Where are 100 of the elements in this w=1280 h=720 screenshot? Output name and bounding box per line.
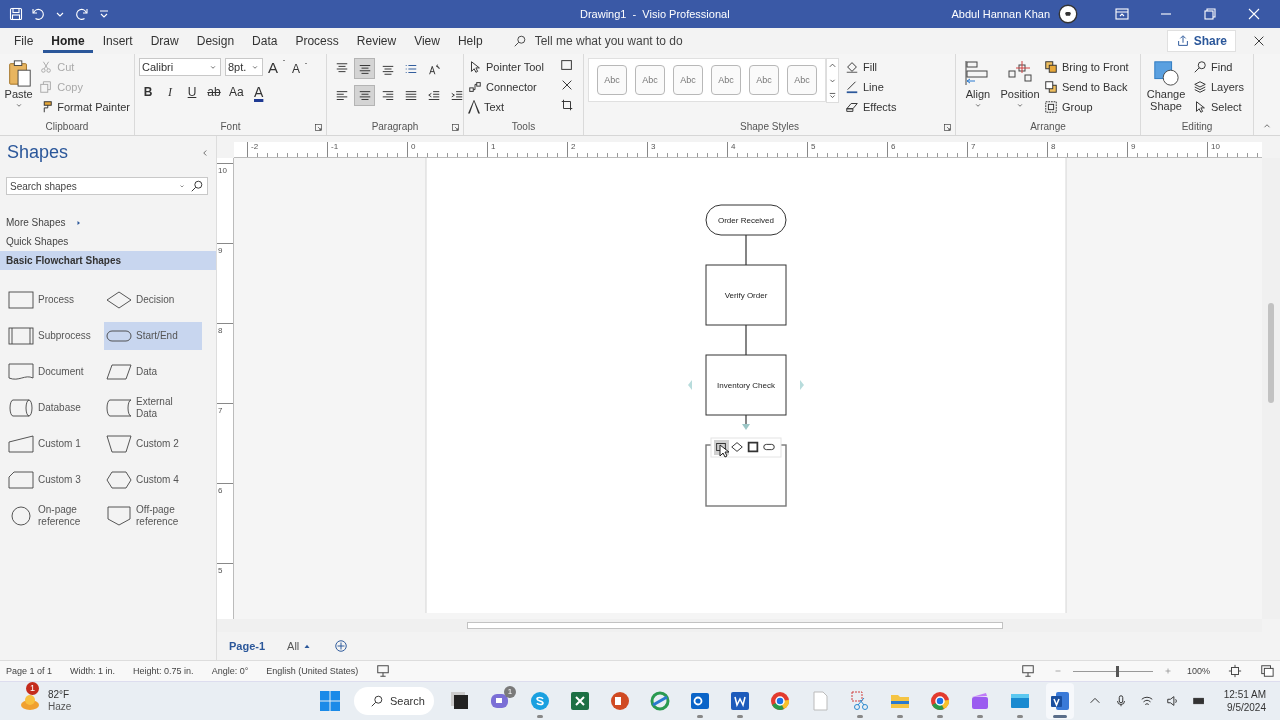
pointer-tool-button[interactable]: Pointer Tool (468, 58, 544, 75)
all-pages-button[interactable]: All (287, 640, 313, 652)
menu-tab[interactable]: Help (449, 29, 491, 53)
redo-icon[interactable] (74, 6, 90, 22)
line-button[interactable]: Line (845, 78, 897, 95)
start-icon[interactable] (318, 689, 342, 713)
tell-me-field[interactable]: Tell me what you want to do (532, 33, 737, 49)
quick-shape-option[interactable] (746, 440, 761, 455)
share-button[interactable]: Share (1166, 30, 1236, 52)
connection-point-icon[interactable] (559, 98, 574, 112)
menu-tab[interactable]: Home (43, 29, 93, 53)
case-button[interactable]: Aa (227, 82, 246, 102)
underline-button[interactable]: U (183, 82, 201, 102)
back-button[interactable]: Send to Back (1044, 78, 1129, 95)
rectangle-icon[interactable] (559, 58, 574, 72)
caret-icon[interactable] (178, 182, 186, 190)
close-icon[interactable] (1252, 34, 1266, 48)
paste-button[interactable]: Paste (4, 58, 34, 110)
page-tab[interactable]: Page-1 (229, 640, 266, 652)
front-button[interactable]: Bring to Front (1044, 58, 1129, 75)
avatar-icon[interactable] (1058, 4, 1078, 24)
zoom-level[interactable]: 100% (1186, 666, 1210, 676)
switch-windows-icon[interactable] (1260, 664, 1274, 678)
color-button[interactable]: A (249, 82, 268, 102)
user-name[interactable]: Abdul Hannan Khan (951, 8, 1050, 20)
stencil-link[interactable]: Basic Flowchart Shapes (0, 251, 216, 270)
messenger-icon[interactable] (528, 689, 552, 713)
status-text: Height: 0.75 in. (133, 666, 194, 676)
style-swatch[interactable]: Abc (635, 65, 665, 95)
menu-tab[interactable]: Review (348, 29, 405, 53)
taskbar-search[interactable]: Search (354, 687, 434, 715)
fill-button[interactable]: Fill (845, 58, 897, 75)
menu-tab[interactable]: Design (188, 29, 243, 53)
wifi-icon[interactable] (1139, 694, 1154, 708)
dialog-launcher-icon[interactable] (943, 123, 952, 132)
flowchart-start[interactable]: Order Received (705, 204, 787, 236)
save-icon[interactable] (8, 6, 24, 22)
style-swatch[interactable]: Abc (673, 65, 703, 95)
layers-button[interactable]: Layers (1193, 78, 1245, 95)
document-app-icon[interactable] (728, 689, 752, 713)
menu-tab[interactable]: Draw (142, 29, 187, 53)
restore-icon[interactable] (1202, 6, 1218, 22)
menu-tab[interactable]: File (6, 29, 42, 53)
browser-icon[interactable] (928, 689, 952, 713)
fit-page-icon[interactable] (1228, 664, 1242, 678)
align-center-button[interactable] (354, 85, 375, 106)
effects-button[interactable]: Effects (845, 98, 897, 115)
position-button[interactable]: Position (1002, 58, 1038, 110)
presentation-mode-icon[interactable] (1020, 664, 1035, 678)
pointer-icon (1193, 99, 1207, 114)
shrink-font-button[interactable]: A (291, 58, 310, 76)
search-box[interactable]: Search shapes (6, 177, 208, 195)
flowchart-step[interactable]: Verify Order (705, 264, 787, 326)
quick-shape-option[interactable] (730, 440, 745, 455)
strike-button[interactable]: ab (205, 82, 223, 102)
menu-tab[interactable]: Data (244, 29, 286, 53)
presentation-app-icon[interactable] (608, 689, 632, 713)
clock-date[interactable]: 9/5/2024 (1227, 701, 1266, 714)
zoom-thumb[interactable] (1115, 665, 1119, 677)
dialog-launcher-icon[interactable] (314, 123, 323, 132)
style-swatch[interactable]: Abc (597, 65, 627, 95)
stencil-shape[interactable]: Start/End (104, 322, 202, 350)
connector-line (745, 234, 747, 266)
style-swatch[interactable]: Abc (749, 65, 779, 95)
search-icon[interactable] (512, 34, 527, 48)
spreadsheet-app-icon[interactable] (568, 689, 592, 713)
align-middle-button[interactable] (354, 58, 375, 79)
clock-time[interactable]: 12:51 AM (1223, 688, 1266, 701)
dialog-launcher-icon[interactable] (451, 123, 460, 132)
stencil-link[interactable]: More Shapes (0, 213, 216, 232)
macro-record-icon[interactable] (376, 664, 391, 678)
undo-icon[interactable] (30, 6, 46, 22)
text-tool-button[interactable]: Text (468, 98, 544, 115)
flowchart-step[interactable]: Inventory Check (705, 354, 787, 416)
bold-button[interactable]: B (139, 82, 157, 102)
find-button[interactable]: Find (1193, 58, 1245, 75)
connector-tool-button[interactable]: Connector (468, 78, 544, 95)
font-name-field[interactable]: Calibri (139, 58, 221, 76)
search-icon[interactable] (190, 179, 204, 193)
menu-tab[interactable]: Process (287, 29, 347, 53)
speaker-icon[interactable] (1165, 694, 1180, 708)
ribbon-display-icon[interactable] (1114, 6, 1130, 22)
painter-button[interactable]: Format Painter (39, 98, 130, 115)
menu-tab[interactable]: Insert (94, 29, 141, 53)
align-button[interactable]: Align (960, 58, 996, 110)
grow-font-button[interactable]: A (267, 58, 287, 76)
diagram-app-icon[interactable] (1048, 689, 1072, 713)
browser-icon[interactable] (768, 689, 792, 713)
close-icon[interactable] (1246, 6, 1262, 22)
style-swatch[interactable]: Abc (787, 65, 817, 95)
change-shape-button[interactable]: Change Shape (1145, 58, 1187, 112)
stencil-link[interactable]: Quick Shapes (0, 232, 216, 251)
group-button[interactable]: Group (1044, 98, 1129, 115)
style-swatch[interactable]: Abc (711, 65, 741, 95)
menu-tab[interactable]: View (406, 29, 448, 53)
italic-button[interactable]: I (161, 82, 179, 102)
sync-app-icon[interactable] (648, 689, 672, 713)
add-page-icon[interactable] (334, 639, 349, 653)
select-button[interactable]: Select (1193, 98, 1245, 115)
font-size-field[interactable]: 8pt. (225, 58, 263, 76)
